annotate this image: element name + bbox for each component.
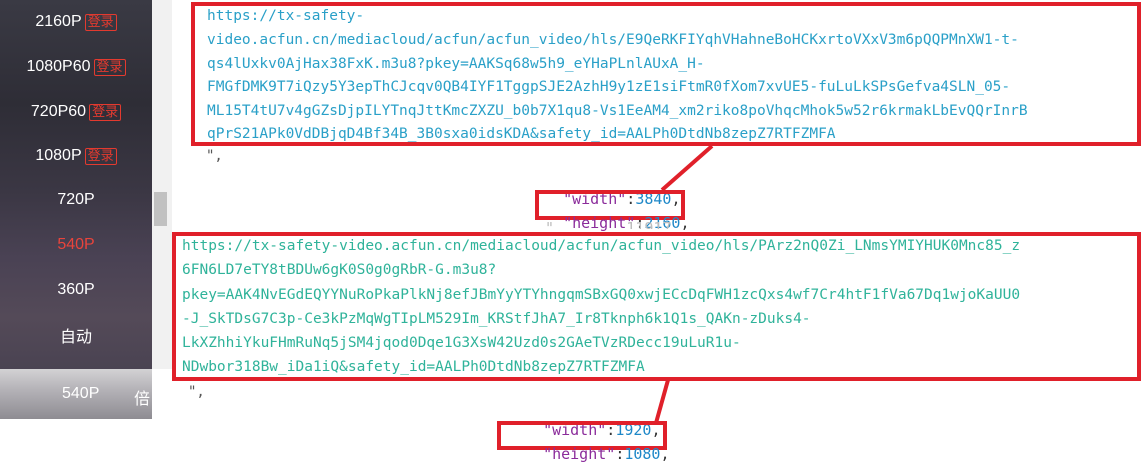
quality-option-540p[interactable]: 540P	[0, 223, 152, 267]
quality-label: 自动	[59, 329, 92, 346]
quality-selector-button[interactable]: 540P	[62, 385, 99, 403]
quality-label: 360P	[57, 281, 95, 298]
quality-label: 720P	[57, 191, 95, 208]
quality-label: 540P	[57, 236, 95, 253]
playback-speed-button[interactable]: 倍	[134, 385, 150, 409]
height-entry-1080p: "height":1080,	[543, 445, 670, 463]
url-line: https://tx-safety-	[207, 8, 365, 24]
url-line: video.acfun.cn/mediacloud/acfun/acfun_vi…	[207, 32, 1019, 48]
url-line: NDwbor318Bw_iDa1iQ&safety_id=AALPh0DtdNb…	[182, 359, 645, 375]
quality-option-360p[interactable]: 360P	[0, 268, 152, 312]
url-line: -J_SkTDsG7C3p-Ce3kPzMqWgTIpLM529Im_KRStf…	[182, 311, 811, 327]
quality-menu: 2160P 登录 1080P60 登录 720P60 登录 1080P 登录 7…	[0, 0, 152, 369]
scrollbar-thumb[interactable]	[154, 192, 167, 226]
url-line: FMGfDMK9T7iQzy5Y3epThCJcqv0QB4IYF1TggpSJ…	[207, 79, 1011, 95]
url-line: ML15T4tU7v4gGZsDjpILYTnqJttKmcZXZU_b0b7X…	[207, 103, 1028, 119]
quality-option-1080p[interactable]: 1080P 登录	[0, 134, 152, 178]
login-required-badge: 登录	[84, 147, 117, 165]
url-line: 6FN6LD7eTY8tBDUw6gK0S0g0gRbR-G.m3u8?	[182, 262, 497, 278]
url-highlight-box-1080p: https://tx-safety-video.acfun.cn/mediacl…	[172, 232, 1141, 381]
login-required-badge: 登录	[84, 13, 117, 31]
quality-option-auto[interactable]: 自动	[0, 313, 152, 357]
string-close-quote: ",	[206, 148, 223, 164]
url-line: pkey=AAK4NvEGdEQYYNuRoPkaPlkNj8efJBmYyYT…	[182, 287, 1021, 303]
quality-option-720p60[interactable]: 720P60 登录	[0, 90, 152, 134]
url-line: LkXZhhiYkuFHmRuNq5jSM4jqod0Dqe1G3XsW42Uz…	[182, 335, 741, 351]
quality-option-720p[interactable]: 720P	[0, 178, 152, 222]
url-line: qs4lUxkv0AjHax38FxK.m3u8?pkey=AAKSq68w5h…	[207, 56, 705, 72]
string-close-quote: ",	[188, 384, 205, 400]
scrollbar-track[interactable]	[152, 0, 172, 369]
json-number: 1080	[624, 445, 661, 463]
player-control-bar: 540P 倍	[0, 369, 152, 419]
url-line: https://tx-safety-video.acfun.cn/mediacl…	[182, 238, 1021, 254]
quality-label: 1080P	[35, 147, 82, 164]
json-key: "height"	[543, 445, 616, 463]
login-required-badge: 登录	[89, 103, 122, 121]
url-line: qPrS21APk0VdDBjqD4Bf34B_3B0sxa0idsKDA&sa…	[207, 126, 836, 142]
url-highlight-box-2160p: https://tx-safety- video.acfun.cn/mediac…	[191, 2, 1141, 146]
quality-option-1080p60[interactable]: 1080P60 登录	[0, 45, 152, 89]
quality-label: 2160P	[35, 13, 82, 30]
faded-next-line: " ... 11917	[545, 219, 672, 229]
quality-label: 720P60	[30, 103, 87, 120]
login-required-badge: 登录	[93, 58, 126, 76]
quality-option-2160p[interactable]: 2160P 登录	[0, 0, 152, 44]
quality-label: 1080P60	[26, 58, 91, 75]
